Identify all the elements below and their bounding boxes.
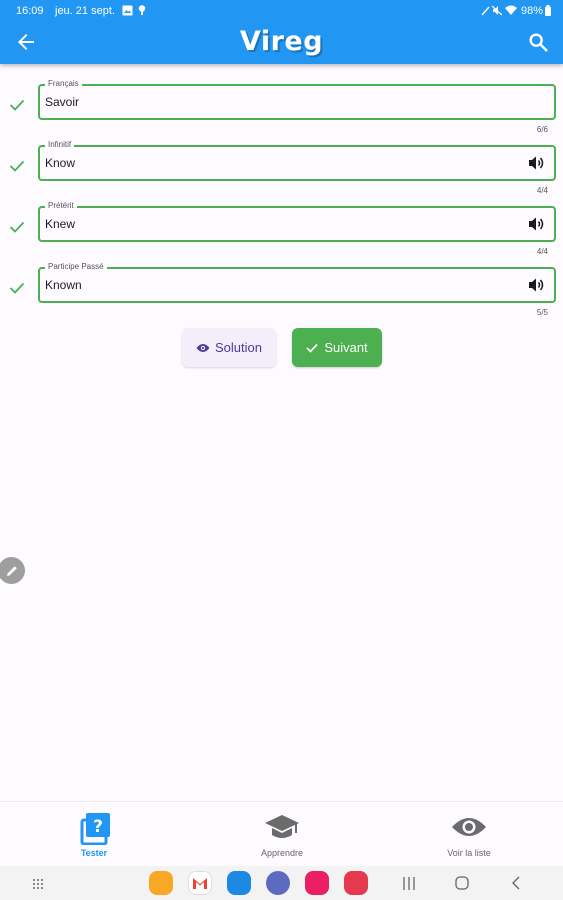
eye-icon <box>196 343 210 352</box>
check-icon <box>306 343 318 353</box>
app-drawer-icon[interactable] <box>32 878 44 890</box>
char-counter: 5/5 <box>536 308 548 317</box>
quiz-icon: ? <box>80 813 110 845</box>
check-icon <box>9 99 25 111</box>
wifi-icon <box>505 5 517 15</box>
status-bar: 16:09 jeu. 21 sept. 98% <box>0 0 563 22</box>
gmail-icon <box>193 878 207 889</box>
field-value: Known <box>45 278 82 292</box>
field-value: Knew <box>45 217 76 231</box>
next-button[interactable]: Suivant <box>292 328 382 367</box>
pen-status-icon <box>481 6 490 16</box>
nav-label: Voir la liste <box>447 848 491 858</box>
eye-icon <box>452 818 486 836</box>
infinitif-field[interactable]: Infinitif Know <box>38 139 556 181</box>
nav-label: Apprendre <box>260 848 304 858</box>
field-label: Français <box>45 78 82 90</box>
status-time: 16:09 <box>16 5 44 17</box>
check-icon <box>9 160 25 172</box>
speaker-icon[interactable] <box>528 216 546 232</box>
app-title: Vireg <box>239 26 324 57</box>
messages-app-icon[interactable] <box>266 871 290 895</box>
bottom-navigation: ? Tester Apprendre Voir la liste <box>0 801 563 866</box>
char-counter: 4/4 <box>536 247 548 256</box>
char-counter: 4/4 <box>536 186 548 195</box>
check-icon <box>9 221 25 233</box>
speaker-icon[interactable] <box>528 277 546 293</box>
field-row-preterit: Prétérit Knew 4/4 <box>0 200 563 266</box>
field-value: Know <box>45 156 76 170</box>
field-row-infinitif: Infinitif Know 4/4 <box>0 139 563 205</box>
home-icon[interactable] <box>455 876 469 890</box>
preterit-field[interactable]: Prétérit Knew <box>38 200 556 242</box>
nav-tester[interactable]: ? Tester <box>34 802 154 867</box>
calendar-app-icon[interactable] <box>227 871 251 895</box>
field-row-participe-passe: Participe Passé Known 5/5 <box>0 261 563 327</box>
field-label: Prétérit <box>45 200 77 212</box>
system-navigation-bar <box>0 866 563 900</box>
battery-icon <box>545 5 551 16</box>
pencil-icon <box>6 565 17 576</box>
participe-passe-field[interactable]: Participe Passé Known <box>38 261 556 303</box>
battery-level: 98% <box>520 5 543 17</box>
next-label: Suivant <box>324 340 368 355</box>
gmail-app-icon[interactable] <box>188 871 212 895</box>
nav-label: Tester <box>80 848 108 858</box>
speaker-icon[interactable] <box>528 155 546 171</box>
search-icon[interactable] <box>527 31 549 53</box>
field-label: Infinitif <box>45 139 75 151</box>
nav-apprendre[interactable]: Apprendre <box>222 802 342 867</box>
app-bar: 16:09 jeu. 21 sept. 98% Vireg <box>0 0 563 64</box>
recent-apps-icon[interactable] <box>402 877 416 890</box>
check-icon <box>9 282 25 294</box>
graduation-cap-icon <box>265 815 299 838</box>
status-date: jeu. 21 sept. <box>55 5 115 17</box>
field-row-francais: Français Savoir 6/6 <box>0 78 563 144</box>
field-label: Participe Passé <box>45 261 107 273</box>
edit-pencil-button[interactable] <box>0 557 25 584</box>
back-icon[interactable] <box>511 876 520 890</box>
nav-voir-la-liste[interactable]: Voir la liste <box>409 802 529 867</box>
camera-app-icon[interactable] <box>344 871 368 895</box>
solution-button[interactable]: Solution <box>182 328 276 367</box>
svg-text:?: ? <box>93 817 103 837</box>
field-value: Savoir <box>45 95 80 109</box>
image-notification-icon <box>122 5 133 16</box>
francais-field[interactable]: Français Savoir <box>38 78 556 120</box>
solution-label: Solution <box>215 340 262 355</box>
location-icon <box>138 5 146 15</box>
mute-icon <box>492 5 502 16</box>
char-counter: 6/6 <box>536 125 548 134</box>
files-app-icon[interactable] <box>149 871 173 895</box>
gallery-app-icon[interactable] <box>305 871 329 895</box>
